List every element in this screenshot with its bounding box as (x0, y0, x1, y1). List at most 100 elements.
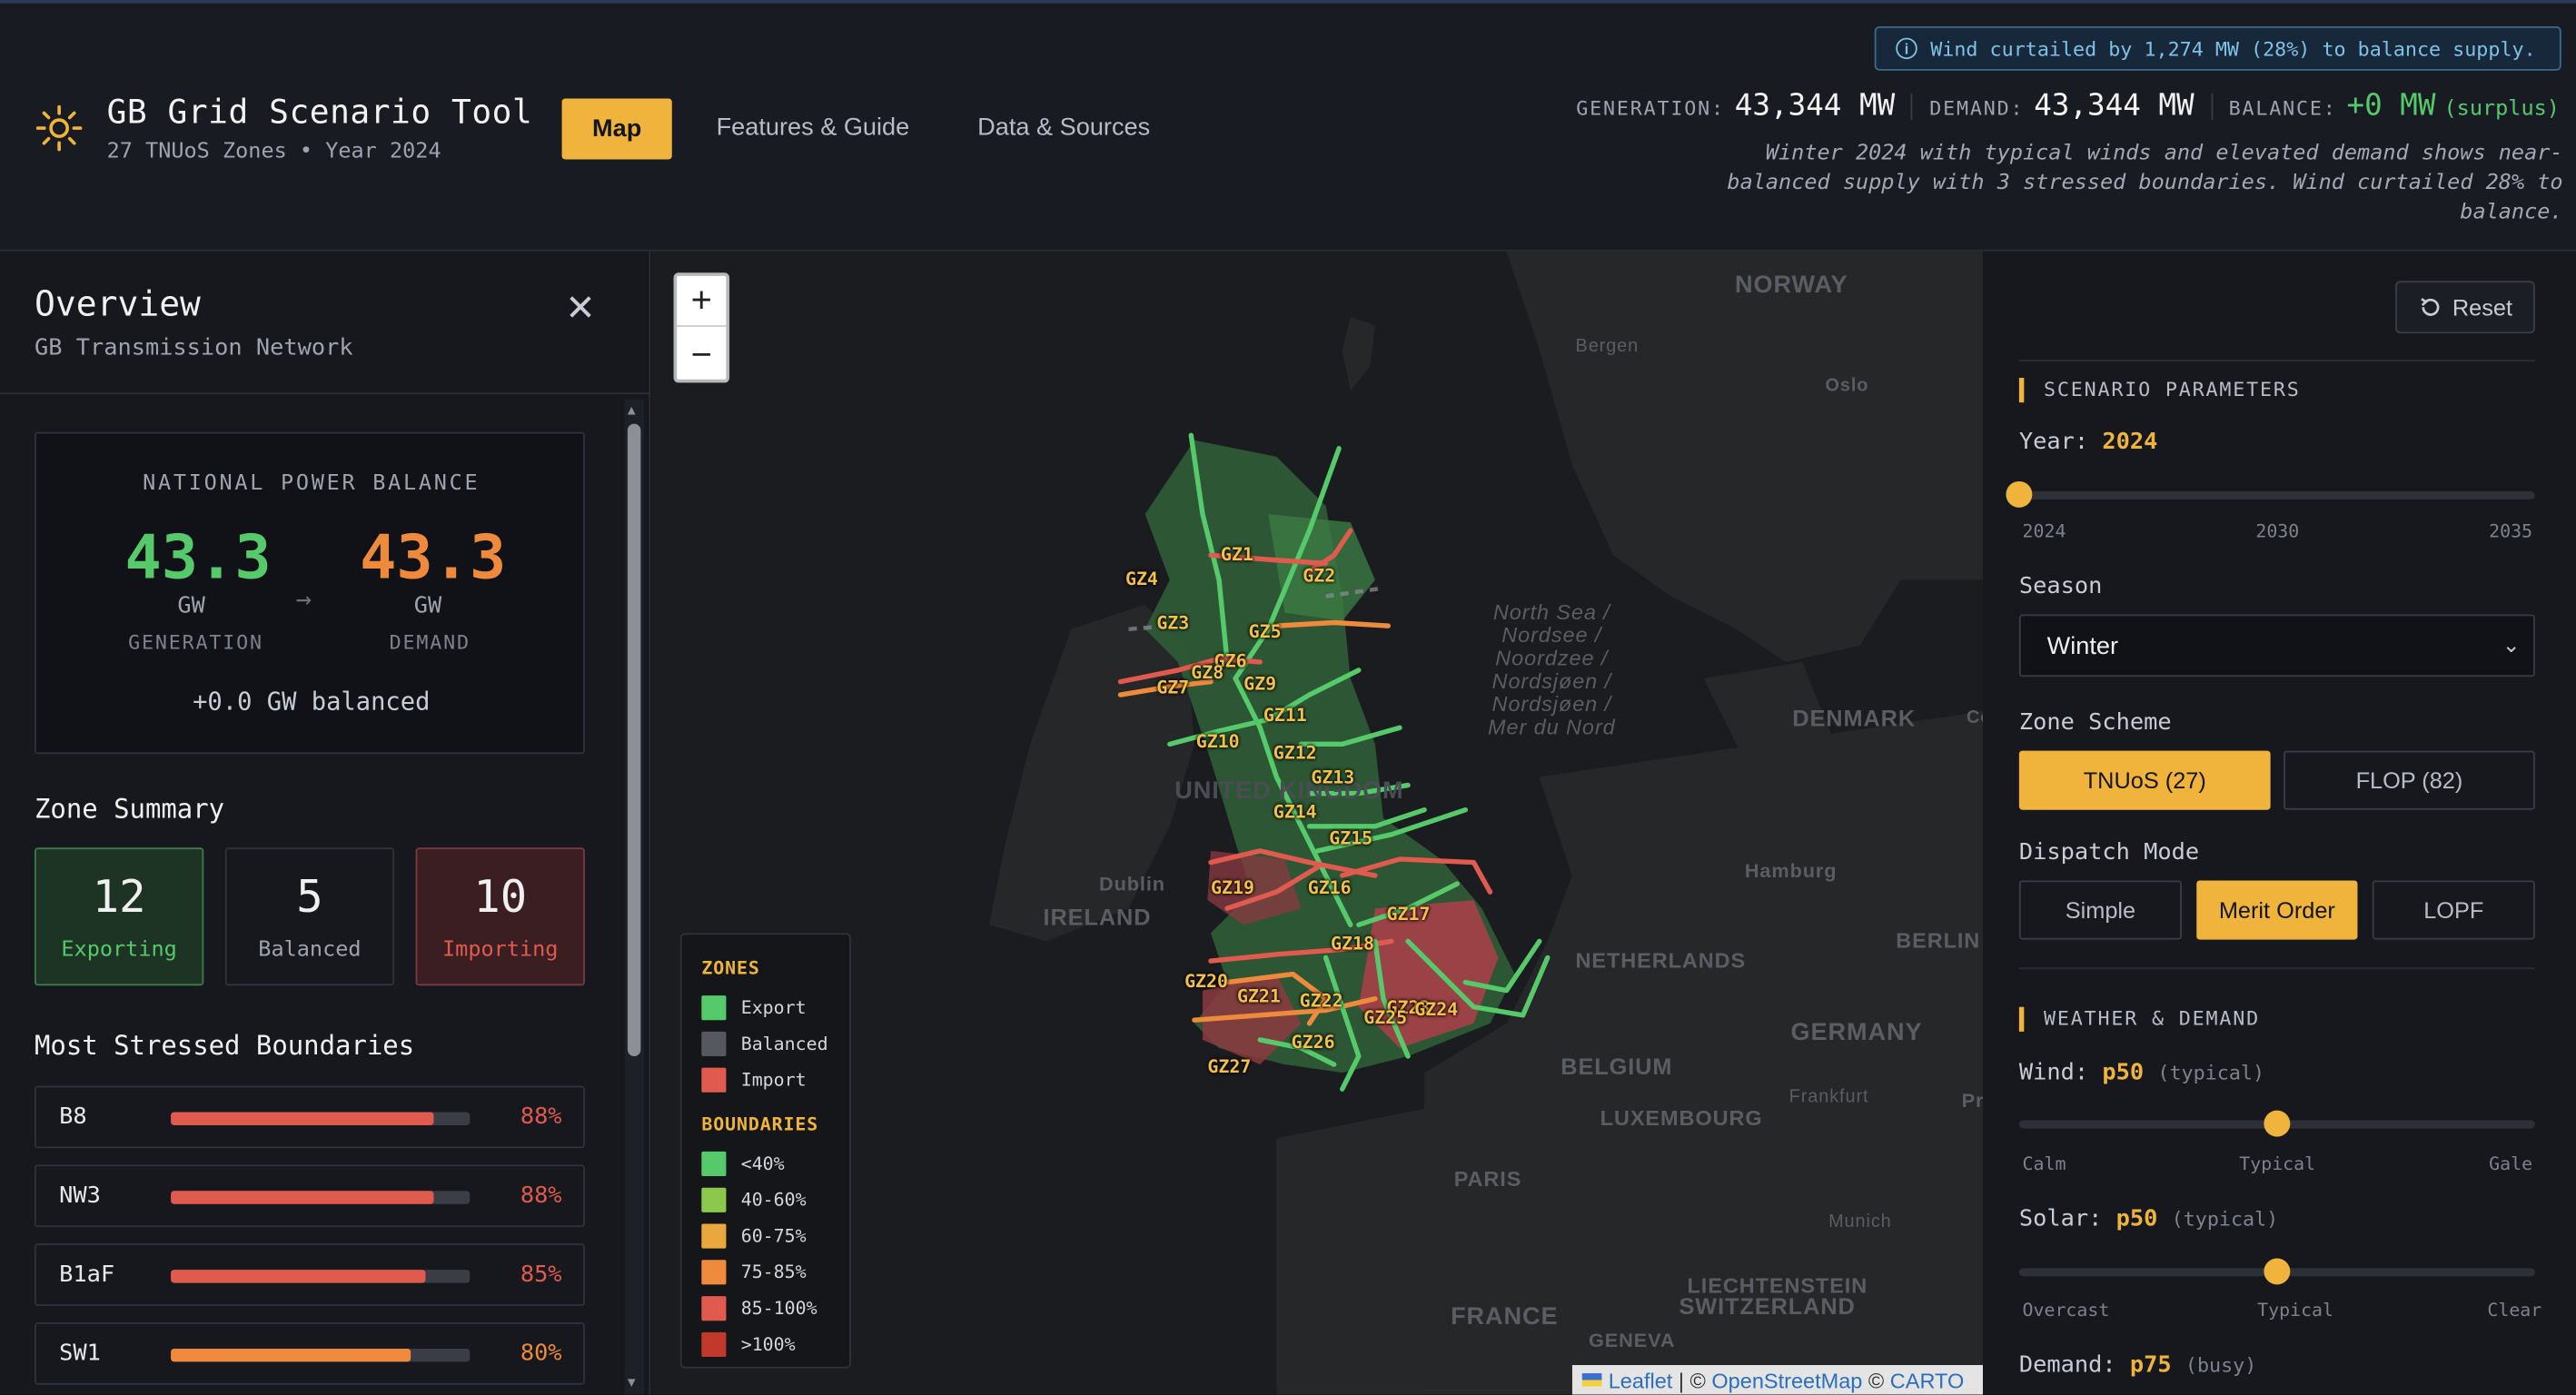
season-label: Season (2018, 573, 2103, 600)
nav-data-link[interactable]: Data & Sources (977, 114, 1150, 142)
zone-scheme-flop-button[interactable]: FLOP (82) (2284, 750, 2535, 810)
header-stats: GENERATION: 43,344 MW DEMAND: 43,344 MW … (1560, 89, 2560, 124)
alert-text: Wind curtailed by 1,274 MW (28%) to bala… (1930, 36, 2536, 61)
zone-label[interactable]: GZ20 (1184, 971, 1228, 993)
nav-map-button[interactable]: Map (561, 98, 672, 160)
zone-label[interactable]: GZ25 (1363, 1007, 1407, 1029)
balanced-zones-card[interactable]: 5 Balanced (224, 847, 395, 986)
zone-label[interactable]: GZ2 (1303, 565, 1335, 587)
demand-label-text: Demand: (2018, 1351, 2116, 1379)
zone-label[interactable]: GZ9 (1243, 674, 1276, 696)
legend-label: 85-100% (740, 1296, 817, 1319)
zone-label[interactable]: GZ18 (1331, 933, 1374, 955)
zoom-out-button[interactable]: − (677, 329, 726, 380)
zone-label[interactable]: GZ3 (1156, 613, 1189, 635)
dispatch-mode-label: Dispatch Mode (2018, 839, 2200, 866)
zone-label[interactable]: GZ4 (1125, 569, 1158, 590)
zone-label[interactable]: GZ11 (1263, 705, 1307, 727)
attribution-separator: © (1862, 1367, 1890, 1392)
boundary-name: SW1 (59, 1340, 101, 1367)
zoom-in-button[interactable]: + (677, 276, 727, 327)
wind-tick: Calm (2022, 1153, 2066, 1175)
zone-label[interactable]: GZ5 (1249, 621, 1282, 643)
legend-swatch (701, 994, 727, 1020)
stressed-boundary-row[interactable]: B8 88% (34, 1085, 585, 1149)
dispatch-lopf-button[interactable]: LOPF (2372, 880, 2535, 940)
demand-value: p75 (2129, 1351, 2172, 1379)
year-slider[interactable] (2006, 480, 2535, 508)
season-select[interactable]: Winter ⌄ (2018, 614, 2535, 678)
zone-label[interactable]: GZ21 (1237, 985, 1281, 1007)
carto-link[interactable]: CARTO (1890, 1368, 1964, 1392)
legend-swatch (701, 1259, 727, 1284)
stressed-boundary-row[interactable]: SW1 80% (34, 1322, 585, 1385)
scroll-up-icon[interactable]: ▲ (628, 402, 636, 417)
legend-item: <40% (701, 1145, 829, 1182)
demand-note: (busy) (2185, 1353, 2257, 1377)
dispatch-merit-order-button[interactable]: Merit Order (2196, 880, 2358, 940)
boundary-stress-fill (171, 1112, 434, 1125)
chevron-down-icon: ⌄ (2502, 632, 2521, 658)
curtailment-alert: i Wind curtailed by 1,274 MW (28%) to ba… (1874, 25, 2561, 71)
scrollbar-thumb[interactable] (627, 423, 641, 1056)
nav-features-link[interactable]: Features & Guide (717, 114, 910, 142)
wind-slider-thumb[interactable] (2264, 1110, 2291, 1137)
place-label: Dublin (1099, 872, 1165, 895)
boundary-stress-bar (171, 1270, 471, 1283)
zone-label[interactable]: GZ1 (1221, 544, 1253, 566)
zone-label[interactable]: GZ24 (1414, 999, 1458, 1021)
place-label: LUXEMBOURG (1600, 1105, 1763, 1131)
demand-value: 43,344 MW (2034, 88, 2195, 124)
map-attribution: Leaflet | © OpenStreetMap © CARTO (1571, 1365, 1984, 1395)
balance-note: +0.0 GW balanced (193, 687, 431, 717)
legend-boundaries-title: BOUNDARIES (701, 1113, 819, 1135)
zone-label[interactable]: GZ8 (1191, 662, 1224, 684)
solar-slider[interactable] (2018, 1258, 2535, 1285)
legend-label: Balanced (740, 1032, 828, 1054)
zone-label[interactable]: GZ16 (1308, 877, 1352, 899)
year-label: Year: 2024 (2019, 429, 2157, 455)
zone-label[interactable]: GZ10 (1196, 731, 1240, 753)
boundary-name: B1aF (59, 1261, 115, 1289)
boundary-pct: 85% (520, 1261, 562, 1289)
zone-label[interactable]: GZ27 (1207, 1056, 1251, 1078)
generation-unit: GW (177, 592, 205, 619)
boundary-stress-bar (171, 1348, 471, 1362)
zone-label[interactable]: GZ19 (1211, 877, 1254, 899)
boundary-stress-fill (171, 1348, 411, 1362)
season-value: Winter (2046, 631, 2119, 660)
wind-note: (typical) (2157, 1061, 2265, 1084)
solar-note: (typical) (2171, 1207, 2279, 1231)
legend-label: Export (740, 995, 807, 1018)
stressed-boundary-row[interactable]: B1aF 85% (34, 1243, 585, 1306)
leaflet-link[interactable]: Leaflet (1609, 1368, 1673, 1392)
npb-title: NATIONAL POWER BALANCE (143, 471, 481, 497)
zone-label[interactable]: GZ14 (1273, 802, 1317, 824)
zone-label[interactable]: GZ12 (1273, 743, 1317, 765)
zone-label[interactable]: GZ7 (1156, 677, 1189, 698)
zone-scheme-tnuos-button[interactable]: TNUoS (27) (2018, 750, 2271, 810)
close-icon[interactable]: ✕ (565, 288, 595, 331)
importing-zones-card[interactable]: 10 Importing (415, 847, 585, 986)
legend-item: 85-100% (701, 1290, 829, 1326)
app-header: GB Grid Scenario Tool 27 TNUoS Zones • Y… (0, 0, 2576, 252)
zone-label[interactable]: GZ26 (1292, 1032, 1335, 1054)
legend-label: <40% (740, 1152, 785, 1174)
wind-slider[interactable] (2018, 1110, 2535, 1137)
zone-label[interactable]: GZ22 (1300, 991, 1343, 1013)
exporting-zones-card[interactable]: 12 Exporting (34, 847, 204, 986)
zone-label[interactable]: GZ13 (1311, 767, 1354, 789)
year-slider-thumb[interactable] (2006, 480, 2033, 508)
scroll-down-icon[interactable]: ▼ (628, 1375, 636, 1390)
osm-link[interactable]: OpenStreetMap (1711, 1368, 1862, 1392)
map-view[interactable]: NORWAY Bergen Oslo DENMARK Cop North Sea… (652, 251, 1984, 1395)
exporting-label: Exporting (61, 937, 177, 963)
solar-slider-thumb[interactable] (2264, 1258, 2291, 1285)
place-label: North Sea / Nordsee / Noordzee / Nordsjø… (1488, 599, 1616, 739)
reset-button[interactable]: Reset (2395, 281, 2535, 334)
legend-label: 60-75% (740, 1224, 807, 1246)
zone-label[interactable]: GZ15 (1329, 828, 1372, 850)
stressed-boundary-row[interactable]: NW3 88% (34, 1164, 585, 1228)
dispatch-simple-button[interactable]: Simple (2018, 880, 2182, 940)
zone-label[interactable]: GZ17 (1387, 904, 1431, 925)
